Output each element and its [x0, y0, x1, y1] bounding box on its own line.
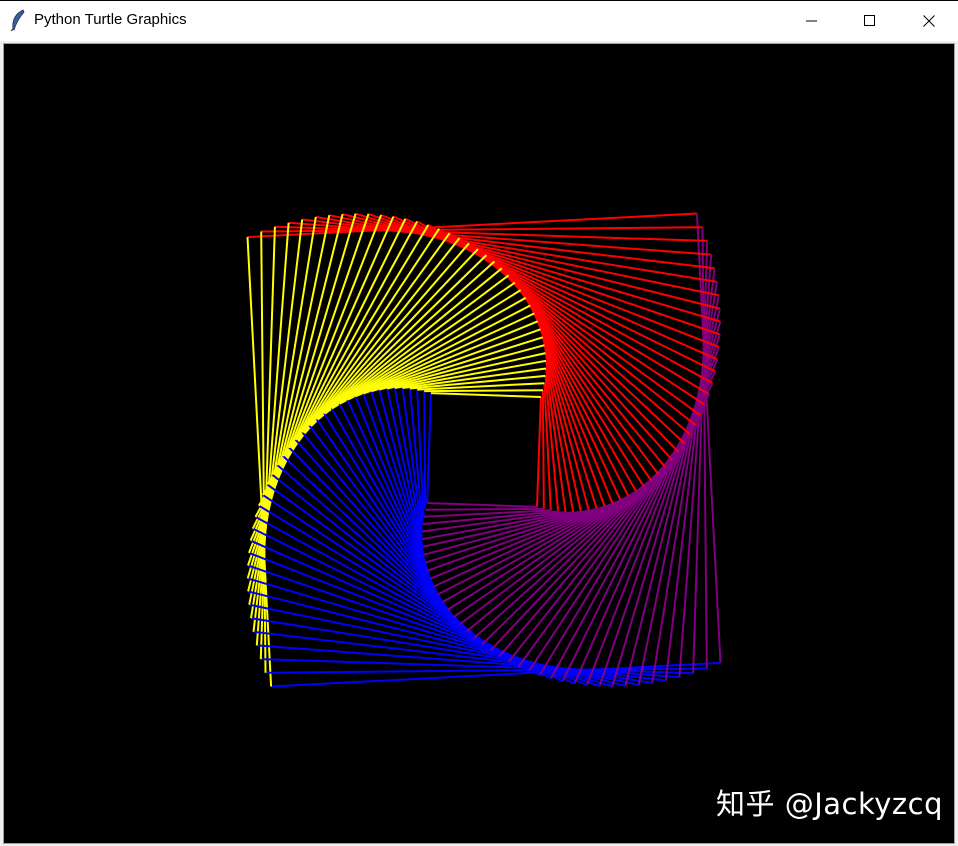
feather-icon	[10, 9, 25, 31]
spiral-line	[425, 507, 544, 511]
spiral-line	[427, 502, 538, 508]
spiral-line	[536, 396, 542, 507]
spiral-line	[541, 390, 545, 509]
turtle-window: Python Turtle Graphics 知乎 @Jackyzcq	[0, 0, 958, 846]
turtle-canvas[interactable]	[3, 43, 955, 844]
spiral-drawing	[246, 212, 722, 688]
maximize-button[interactable]	[841, 1, 899, 41]
spiral-line	[423, 391, 427, 510]
minimize-icon	[806, 20, 817, 22]
minimize-button[interactable]	[783, 1, 841, 41]
spiral-line	[426, 393, 432, 504]
close-button[interactable]	[900, 1, 958, 41]
window-title: Python Turtle Graphics	[34, 11, 187, 28]
maximize-icon	[864, 15, 875, 26]
watermark-text: 知乎 @Jackyzcq	[716, 787, 943, 821]
title-bar[interactable]: Python Turtle Graphics	[0, 0, 958, 41]
close-icon	[923, 15, 935, 27]
spiral-line	[424, 389, 543, 393]
spiral-line	[430, 392, 541, 398]
